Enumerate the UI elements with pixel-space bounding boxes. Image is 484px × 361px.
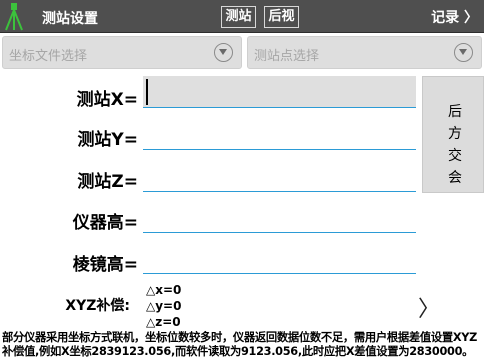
prism-height-label: 棱镜高= xyxy=(72,255,138,275)
coord-file-select-placeholder: 坐标文件选择 xyxy=(9,49,88,64)
station-y-input[interactable] xyxy=(143,118,416,150)
station-point-select-placeholder: 测站点选择 xyxy=(254,49,320,64)
instrument-height-input[interactable] xyxy=(143,201,416,233)
text-cursor xyxy=(146,79,148,105)
station-x-label: 测站X= xyxy=(76,90,138,110)
xyz-compensation-label: XYZ补偿: xyxy=(65,298,130,314)
delta-x-value: △x=0 xyxy=(146,283,182,297)
coord-file-select[interactable]: 坐标文件选择 xyxy=(2,36,242,69)
compensation-note: 部分仪器采用坐标方式联机，坐标位数较多时，仪器返回数据位数不足，需用户根据差值设… xyxy=(2,331,478,358)
station-z-input[interactable] xyxy=(143,160,416,192)
page-title: 测站设置 xyxy=(42,11,98,27)
resection-button-label: 后方交会 xyxy=(448,104,462,186)
station-point-select[interactable]: 测站点选择 xyxy=(247,36,482,69)
prism-height-input[interactable] xyxy=(143,242,416,274)
station-z-label: 测站Z= xyxy=(77,172,138,192)
delta-z-value: △z=0 xyxy=(146,315,181,329)
delta-y-value: △y=0 xyxy=(146,299,182,313)
station-y-label: 测站Y= xyxy=(77,130,138,150)
backsight-button[interactable]: 后视 xyxy=(264,6,299,28)
chevron-down-icon xyxy=(454,43,473,62)
instrument-height-label: 仪器高= xyxy=(72,213,138,233)
title-bar: 测站设置 测站 后视 记录 〉 xyxy=(0,0,484,33)
chevron-right-icon[interactable]: 〉 xyxy=(418,291,440,323)
resection-button[interactable]: 后方交会 xyxy=(422,76,484,193)
survey-tripod-icon xyxy=(5,3,23,31)
record-button[interactable]: 记录 〉 xyxy=(431,7,478,27)
station-button[interactable]: 测站 xyxy=(221,6,256,28)
station-x-input[interactable] xyxy=(143,76,416,108)
chevron-down-icon xyxy=(214,43,233,62)
